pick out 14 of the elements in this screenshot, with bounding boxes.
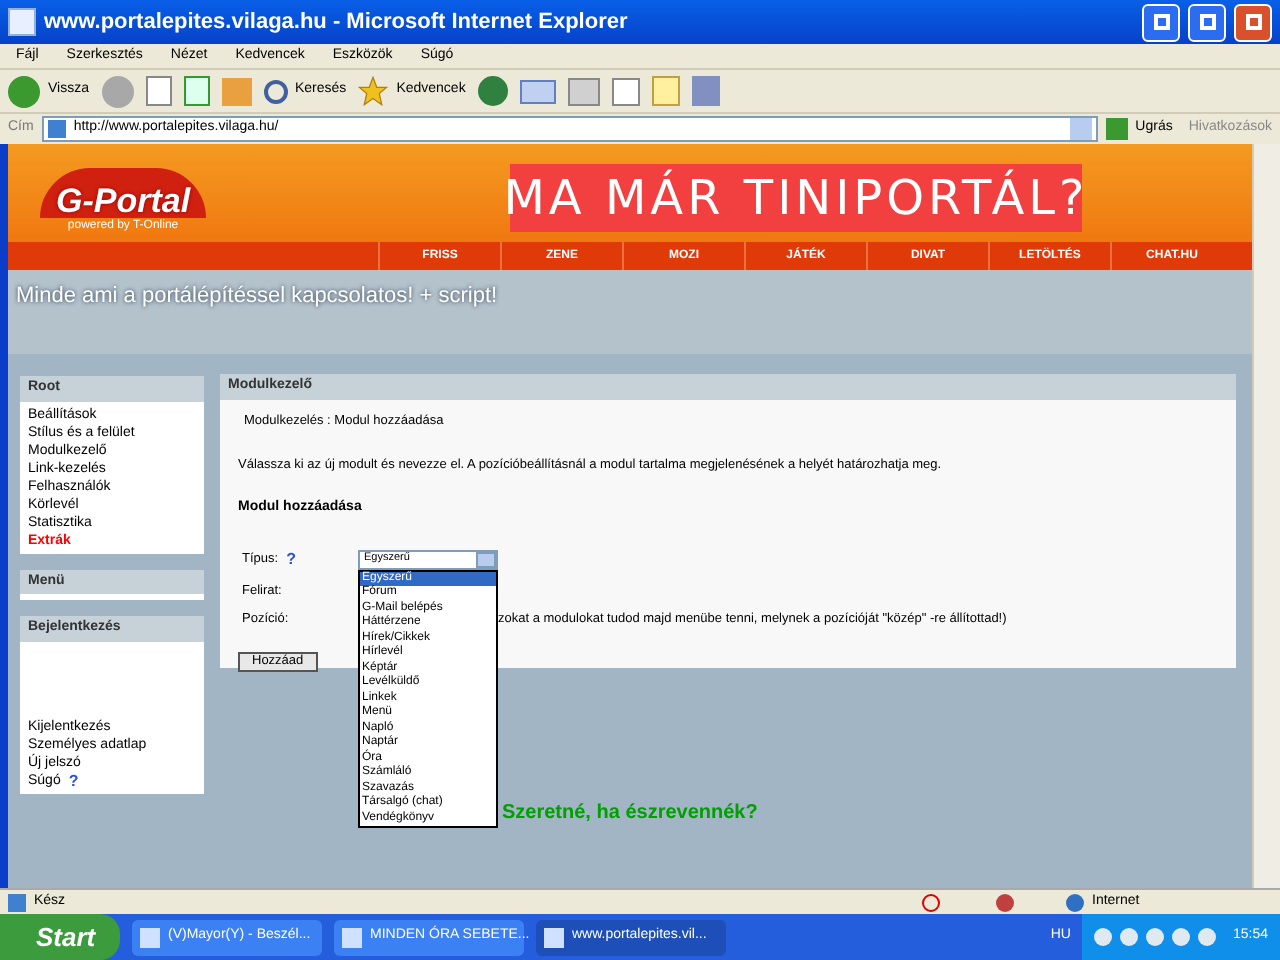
maximize-button[interactable]	[1188, 3, 1226, 41]
tagline: Minde ami a portálépítéssel kapcsolatos! + script!	[16, 284, 498, 308]
close-button[interactable]	[1234, 3, 1272, 41]
help-icon[interactable]: ?	[68, 771, 79, 789]
promo-text: Szeretné, ha észrevennék?	[502, 802, 758, 824]
scrollbar[interactable]	[1252, 144, 1280, 888]
minimize-button[interactable]	[1142, 3, 1180, 41]
help-icon[interactable]: ?	[286, 547, 296, 571]
blocked-icon	[922, 893, 940, 911]
logo-text: G-Portal	[40, 167, 207, 217]
star-icon	[358, 76, 389, 106]
window-title: www.portalepites.vilaga.hu - Microsoft Internet Explorer	[44, 7, 630, 38]
banner: MA MÁR TINIPORTÁL?	[510, 164, 1082, 232]
start-button[interactable]: Start	[0, 914, 120, 960]
